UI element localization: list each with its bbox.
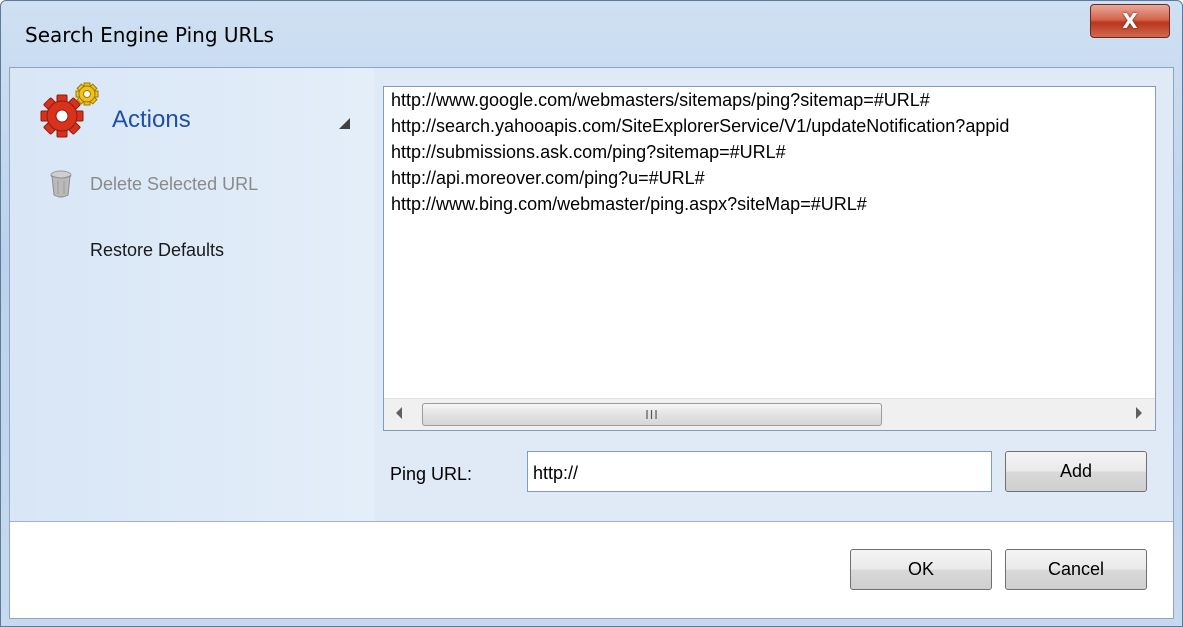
ping-url-input[interactable] (527, 451, 992, 492)
scroll-right-arrow-icon[interactable] (1136, 407, 1142, 419)
dialog-client-area: Actions Delete Selected URL Restore Defa… (9, 67, 1174, 619)
horizontal-scrollbar[interactable]: III (384, 398, 1155, 430)
list-item[interactable]: http://www.google.com/webmasters/sitemap… (384, 87, 1155, 113)
ping-url-list[interactable]: http://www.google.com/webmasters/sitemap… (383, 86, 1156, 431)
list-item[interactable]: http://www.bing.com/webmaster/ping.aspx?… (384, 191, 1155, 217)
gears-icon (40, 82, 99, 138)
ping-url-list-items: http://www.google.com/webmasters/sitemap… (384, 87, 1155, 398)
delete-selected-url-label: Delete Selected URL (90, 173, 259, 194)
content-area: Actions Delete Selected URL Restore Defa… (10, 68, 1173, 521)
dialog-footer (10, 522, 1173, 618)
title-bar[interactable]: Search Engine Ping URLs X (1, 1, 1182, 67)
close-icon: X (1122, 9, 1138, 33)
actions-panel: Actions Delete Selected URL Restore Defa… (10, 68, 374, 521)
actions-heading: Actions (112, 106, 191, 133)
list-item[interactable]: http://search.yahooapis.com/SiteExplorer… (384, 113, 1155, 139)
collapse-panel-icon[interactable] (339, 118, 350, 129)
list-item[interactable]: http://api.moreover.com/ping?u=#URL# (384, 165, 1155, 191)
scroll-left-arrow-icon[interactable] (396, 407, 402, 419)
restore-defaults-button[interactable]: Restore Defaults (90, 240, 224, 261)
window-title: Search Engine Ping URLs (25, 23, 274, 47)
ok-button[interactable]: OK (850, 549, 992, 590)
list-item[interactable]: http://submissions.ask.com/ping?sitemap=… (384, 139, 1155, 165)
ping-url-label: Ping URL: (390, 464, 473, 484)
scroll-grip: III (645, 407, 659, 422)
add-button[interactable]: Add (1005, 451, 1147, 492)
cancel-button[interactable]: Cancel (1005, 549, 1147, 590)
close-button[interactable]: X (1090, 4, 1170, 38)
dialog-window: Search Engine Ping URLs X Actions Delete… (0, 0, 1183, 627)
trash-can-icon (50, 170, 72, 198)
delete-selected-url-button[interactable]: Delete Selected URL (50, 168, 258, 200)
scrollbar-thumb[interactable]: III (422, 403, 882, 426)
